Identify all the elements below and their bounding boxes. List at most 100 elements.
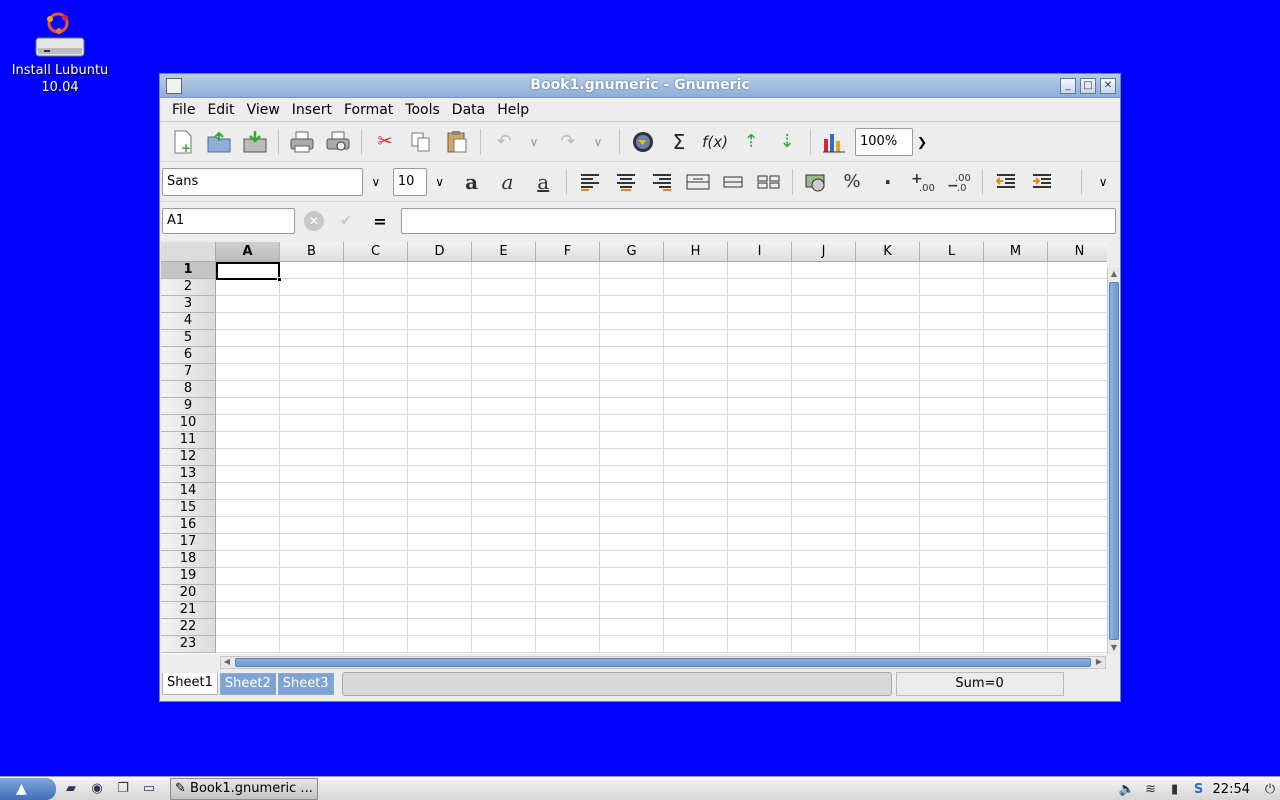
column-header[interactable]: C [344,242,408,262]
select-all-corner[interactable] [161,242,216,262]
row-header[interactable]: 8 [161,381,216,398]
font-size-field[interactable]: 10 [392,167,427,196]
redo-history-dropdown[interactable]: ∨ [589,127,607,157]
cut-button[interactable]: ✂ [370,127,400,157]
row-header[interactable]: 16 [161,517,216,534]
copy-button[interactable] [406,127,436,157]
row-header[interactable]: 15 [161,500,216,517]
battery-icon[interactable]: ▮ [1165,782,1185,797]
cell-area[interactable] [216,262,1107,654]
menu-tools[interactable]: Tools [399,102,446,118]
vertical-scroll-thumb[interactable] [1109,282,1119,640]
row-header[interactable]: 10 [161,415,216,432]
row-header[interactable]: 5 [161,330,216,347]
toolbar-overflow-button[interactable]: ∨ [1094,168,1112,196]
font-name-field[interactable]: Sans [162,167,363,196]
horizontal-scroll-thumb[interactable] [235,658,1091,667]
row-header[interactable]: 7 [161,364,216,381]
column-header[interactable]: J [792,242,856,262]
update-icon[interactable]: S [1189,782,1209,797]
sheet-tab[interactable]: Sheet2 [219,673,276,695]
underline-button[interactable]: a [528,167,558,197]
scroll-down-arrow-icon[interactable]: ▼ [1108,642,1120,654]
center-across-selection-button[interactable] [683,167,713,197]
enter-formula-button[interactable]: = [367,208,393,234]
active-cell-cursor[interactable] [216,262,282,282]
paste-button[interactable] [442,127,472,157]
font-size-dropdown[interactable]: ∨ [431,168,449,196]
menu-view[interactable]: View [241,102,286,118]
row-header[interactable]: 18 [161,551,216,568]
thousands-separator-button[interactable]: · [873,167,903,197]
menu-format[interactable]: Format [338,102,399,118]
percent-format-button[interactable]: % [837,167,867,197]
volume-icon[interactable]: 🔈 [1117,782,1137,797]
undo-history-dropdown[interactable]: ∨ [525,127,543,157]
row-header[interactable]: 19 [161,568,216,585]
row-header[interactable]: 17 [161,534,216,551]
row-header[interactable]: 21 [161,602,216,619]
row-header[interactable]: 6 [161,347,216,364]
decrease-decimals-button[interactable]: .00− .0 [945,167,975,197]
vertical-scrollbar[interactable]: ▲ ▼ [1107,268,1119,654]
print-button[interactable] [287,127,317,157]
power-icon[interactable]: ⏻ [1260,782,1280,797]
row-header[interactable]: 3 [161,296,216,313]
column-header[interactable]: N [1048,242,1107,262]
hyperlink-button[interactable] [628,127,658,157]
horizontal-scrollbar[interactable]: ◀ ▶ [220,656,1106,669]
row-header[interactable]: 9 [161,398,216,415]
row-header[interactable]: 4 [161,313,216,330]
cell-reference-box[interactable]: A1 [162,208,295,234]
sheet-tab[interactable]: Sheet1 [162,673,218,695]
window-switcher[interactable]: ❐ [112,779,134,799]
menu-insert[interactable]: Insert [286,102,338,118]
start-menu-button[interactable]: ▲ [0,777,56,800]
sort-ascending-button[interactable]: ⇡ [736,127,766,157]
row-header[interactable]: 1 [161,262,216,279]
menu-help[interactable]: Help [491,102,535,118]
column-header[interactable]: F [536,242,600,262]
column-header[interactable]: M [984,242,1048,262]
column-header[interactable]: L [920,242,984,262]
increase-indent-button[interactable] [1027,167,1057,197]
spreadsheet-grid[interactable]: A B C D E F G H I J K L M N 1 2 3 4 5 6 … [161,242,1107,654]
print-preview-button[interactable] [323,127,353,157]
row-header[interactable]: 22 [161,619,216,636]
row-header[interactable]: 13 [161,466,216,483]
align-center-button[interactable] [611,167,641,197]
undo-button[interactable]: ↶ [489,127,519,157]
unmerge-cells-button[interactable] [754,167,784,197]
column-header[interactable]: A [216,242,280,262]
align-left-button[interactable] [575,167,605,197]
taskbar-window-button[interactable]: ✎ Book1.gnumeric ... [170,777,318,800]
scroll-right-arrow-icon[interactable]: ▶ [1093,656,1105,668]
column-header[interactable]: D [408,242,472,262]
browser-launcher[interactable]: ◉ [86,779,108,799]
zoom-field[interactable]: 100% [855,127,913,156]
sheet-tab[interactable]: Sheet3 [277,673,334,695]
close-button[interactable]: ✕ [1100,78,1116,94]
row-header[interactable]: 23 [161,636,216,653]
bold-button[interactable]: a [457,167,487,197]
column-header[interactable]: H [664,242,728,262]
title-bar[interactable]: Book1.gnumeric - Gnumeric _ □ ✕ [160,74,1120,98]
currency-format-button[interactable] [801,167,831,197]
font-name-dropdown[interactable]: ∨ [367,168,385,196]
zoom-dropdown[interactable]: ❯ [913,128,931,156]
function-wizard-button[interactable]: f(x) [700,127,730,157]
open-button[interactable] [204,127,234,157]
scroll-up-arrow-icon[interactable]: ▲ [1108,268,1120,280]
menu-file[interactable]: File [166,102,201,118]
row-header[interactable]: 12 [161,449,216,466]
cancel-edit-button[interactable]: ✕ [301,208,327,234]
increase-decimals-button[interactable]: + .00 [909,167,939,197]
maximize-button[interactable]: □ [1080,78,1096,94]
show-desktop-button[interactable]: ▭ [138,779,160,799]
column-header[interactable]: G [600,242,664,262]
column-header[interactable]: I [728,242,792,262]
italic-button[interactable]: a [492,167,522,197]
align-right-button[interactable] [647,167,677,197]
clock[interactable]: 22:54 [1213,782,1250,797]
accept-edit-button[interactable]: ✔ [333,208,359,234]
